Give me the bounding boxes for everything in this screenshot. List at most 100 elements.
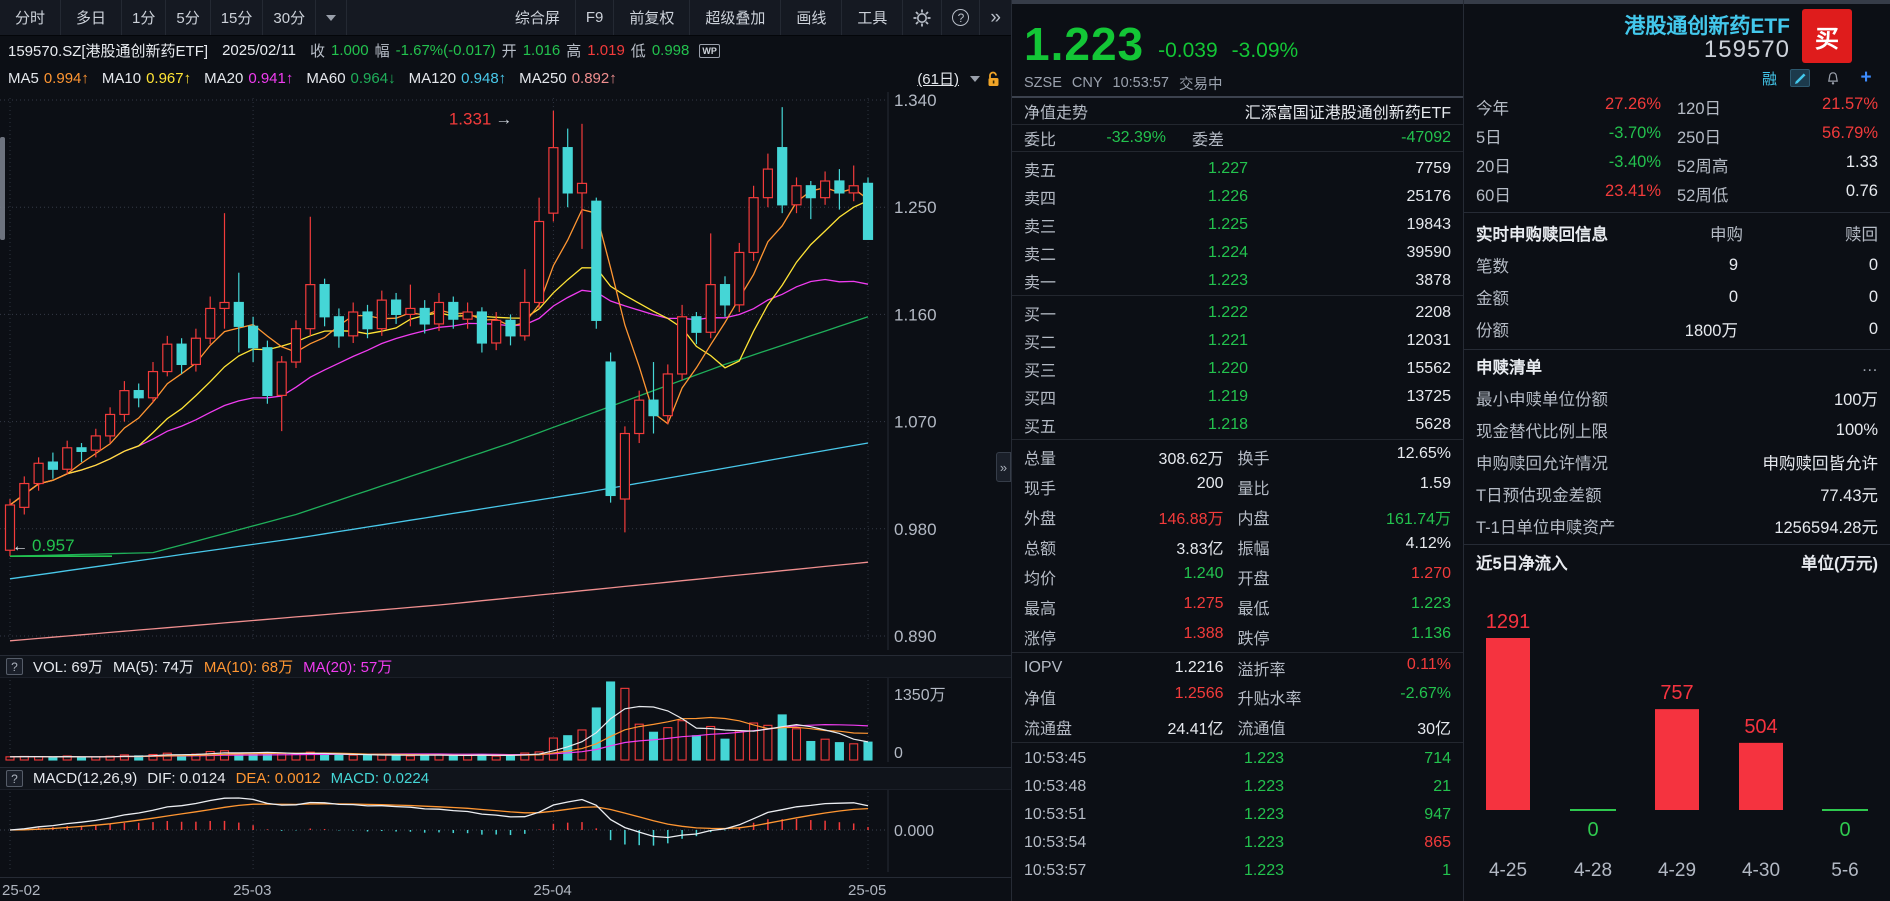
- ma120-value: 0.948↑: [461, 70, 506, 87]
- net-inflow-bar-chart: 12914-2504-287574-295044-3005-6: [1464, 578, 1890, 896]
- svg-text:1.340: 1.340: [894, 92, 937, 110]
- redemption-row-value: 申购赎回皆允许: [1608, 450, 1878, 474]
- candlestick-chart[interactable]: 1.3401.2501.1601.0700.9800.8901.331→←0.9…: [0, 92, 1012, 650]
- bid-row-volume: 2208: [1248, 304, 1451, 322]
- bid-row[interactable]: 买三1.22015562: [1012, 355, 1463, 383]
- composite-screen-button[interactable]: 综合屏: [500, 0, 576, 35]
- period-selector[interactable]: (61日): [917, 68, 959, 89]
- f9-button[interactable]: F9: [576, 0, 615, 35]
- ma5-label: MA5: [8, 70, 39, 87]
- tab-timeshare[interactable]: 分时: [0, 0, 61, 35]
- macd-help-icon[interactable]: ?: [6, 770, 23, 787]
- svg-text:4-29: 4-29: [1658, 860, 1696, 881]
- subscription-row: 笔数90: [1464, 249, 1890, 281]
- exchange-status-row: SZSE CNY 10:53:57 交易中: [1012, 70, 1463, 98]
- tick-volume: 1: [1284, 862, 1451, 880]
- stat-row: 总额3.83亿振幅4.12%: [1012, 532, 1463, 562]
- stat-cell: 净值1.2566: [1024, 685, 1238, 709]
- tick-volume: 714: [1284, 750, 1451, 768]
- redemption-row-label: 最小申赎单位份额: [1476, 386, 1608, 410]
- stat-cell: IOPV1.2216: [1024, 659, 1238, 677]
- lock-icon[interactable]: [986, 71, 1001, 87]
- tab-multiday[interactable]: 多日: [61, 0, 122, 35]
- perf-value: 0.76: [1728, 182, 1878, 206]
- volume-chart[interactable]: 1350万0: [0, 678, 1012, 762]
- stat-label: 最高: [1024, 595, 1056, 619]
- redemption-row-value: 77.43元: [1602, 482, 1878, 506]
- ask-row-price: 1.223: [1088, 272, 1248, 290]
- stat-label: 流通值: [1238, 715, 1286, 739]
- wp-badge-icon[interactable]: WP: [699, 44, 720, 58]
- last-price: 1.223: [1024, 20, 1144, 68]
- bid-row[interactable]: 买二1.22112031: [1012, 327, 1463, 355]
- margin-trading-icon[interactable]: 融: [1762, 68, 1777, 89]
- ma20-label: MA20: [204, 70, 243, 87]
- ask-row-label: 卖五: [1024, 157, 1088, 181]
- tab-30min[interactable]: 30分: [263, 0, 316, 35]
- redemption-more-button[interactable]: …: [1542, 357, 1878, 376]
- stat-label: 净值: [1024, 685, 1056, 709]
- svg-text:4-28: 4-28: [1574, 860, 1612, 881]
- low-label: 低: [631, 40, 646, 61]
- stat-value: 30亿: [1286, 715, 1451, 739]
- x-axis-label: 25-02: [2, 882, 40, 899]
- volume-value: VOL: 69万: [33, 656, 103, 677]
- tab-15min[interactable]: 15分: [211, 0, 264, 35]
- bid-row-label: 买五: [1024, 413, 1088, 437]
- stat-value: 24.41亿: [1072, 715, 1223, 739]
- period-caret-icon[interactable]: [970, 76, 980, 82]
- bid-row[interactable]: 买五1.2185628: [1012, 411, 1463, 439]
- inflow-title: 近5日净流入: [1476, 550, 1568, 574]
- bid-row[interactable]: 买一1.2222208: [1012, 299, 1463, 327]
- toolbar-more-button[interactable]: »: [980, 0, 1011, 35]
- perf-value: 21.57%: [1721, 95, 1878, 119]
- trading-status: 交易中: [1179, 73, 1223, 94]
- stat-label: 均价: [1024, 565, 1056, 589]
- tab-1min[interactable]: 1分: [122, 0, 166, 35]
- nav-trend-row[interactable]: 净值走势 汇添富国证港股通创新药ETF: [1012, 98, 1463, 125]
- tools-button[interactable]: 工具: [842, 0, 903, 35]
- chart-toolbar: 分时 多日 1分 5分 15分 30分 综合屏 F9 前复权 超级叠加 画线 工…: [0, 0, 1011, 36]
- edit-icon[interactable]: [1790, 69, 1810, 87]
- ask-row[interactable]: 卖二1.22439590: [1012, 239, 1463, 267]
- panel-expand-button[interactable]: »: [996, 452, 1011, 482]
- help-button[interactable]: ?: [942, 0, 980, 35]
- macd-chart[interactable]: 0.000: [0, 790, 1012, 872]
- tick-list: 10:53:451.22371410:53:481.2232110:53:511…: [1012, 743, 1463, 901]
- nav-trend-label: 净值走势: [1024, 99, 1088, 123]
- ask-row[interactable]: 卖三1.22519843: [1012, 211, 1463, 239]
- period-dropdown[interactable]: [316, 0, 347, 35]
- add-to-watchlist-icon[interactable]: +: [1856, 69, 1876, 87]
- svg-text:→: →: [495, 110, 512, 129]
- quote-panel: 1.223 -0.039 -3.09% SZSE CNY 10:53:57 交易…: [1012, 0, 1464, 901]
- draw-line-button[interactable]: 画线: [781, 0, 842, 35]
- tick-price: 1.223: [1134, 806, 1284, 824]
- subscription-value-1: 0: [1509, 288, 1738, 307]
- settings-button[interactable]: [903, 0, 942, 35]
- tick-row: 10:53:481.22321: [1012, 773, 1463, 801]
- stat-value: 3.83亿: [1056, 535, 1223, 559]
- ask-row[interactable]: 卖四1.22625176: [1012, 183, 1463, 211]
- stat-label: 涨停: [1024, 625, 1056, 649]
- bid-row[interactable]: 买四1.21913725: [1012, 383, 1463, 411]
- subscription-value-2: 0: [1738, 320, 1878, 339]
- perf-cell: 20日-3.40%: [1476, 153, 1677, 177]
- super-overlay-button[interactable]: 超级叠加: [690, 0, 781, 35]
- forward-adjust-button[interactable]: 前复权: [614, 0, 690, 35]
- stat-cell: 涨停1.388: [1024, 625, 1238, 649]
- volume-help-icon[interactable]: ?: [6, 658, 23, 675]
- redemption-row-label: T日预估现金差额: [1476, 482, 1602, 506]
- weibi-row: 委比 -32.39% 委差 -47092: [1012, 125, 1463, 152]
- svg-text:0.957: 0.957: [32, 536, 75, 555]
- alert-bell-icon[interactable]: [1823, 69, 1843, 87]
- ask-row[interactable]: 卖五1.2277759: [1012, 155, 1463, 183]
- ma20-value: 0.941↑: [248, 70, 293, 87]
- buy-button[interactable]: 买: [1802, 9, 1852, 63]
- tick-price: 1.223: [1134, 834, 1284, 852]
- perf-label: 120日: [1677, 95, 1721, 119]
- subscription-rows: 笔数90金额00份额1800万0: [1464, 249, 1890, 345]
- stat-row: 现手200量比1.59: [1012, 472, 1463, 502]
- ask-row[interactable]: 卖一1.2233878: [1012, 267, 1463, 295]
- left-splitter-handle[interactable]: [0, 137, 5, 240]
- tab-5min[interactable]: 5分: [166, 0, 210, 35]
